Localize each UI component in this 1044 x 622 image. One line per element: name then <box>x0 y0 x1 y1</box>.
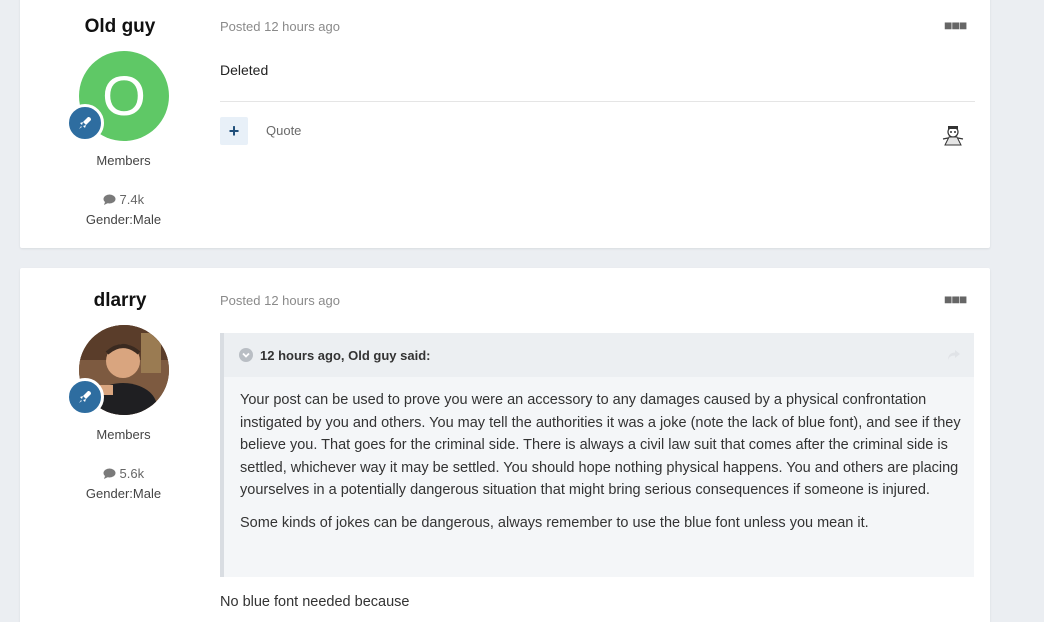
posted-time[interactable]: 12 hours ago <box>264 293 340 308</box>
more-options-button[interactable]: ■■■ <box>944 291 967 307</box>
member-group: Members <box>96 427 151 442</box>
rank-badge <box>66 378 104 416</box>
quote-block: 12 hours ago, Old guy said: Your post ca… <box>220 333 974 577</box>
post-count[interactable]: 7.4k <box>20 192 227 207</box>
quote-paragraph: Your post can be used to prove you were … <box>240 392 961 498</box>
quote-body: Your post can be used to prove you were … <box>240 389 966 544</box>
author-name[interactable]: Old guy <box>20 16 220 38</box>
multiquote-button[interactable]: + <box>220 117 248 145</box>
posted-time[interactable]: 12 hours ago <box>264 19 340 34</box>
quote-button[interactable]: Quote <box>266 123 301 138</box>
author-name[interactable]: dlarry <box>20 290 220 312</box>
post-content: Deleted <box>220 62 269 78</box>
post-card: dlarry Members 5.6k Gender:Male Posted 1… <box>20 268 990 622</box>
rocket-icon <box>79 117 91 129</box>
gender-field: Gender:Male <box>85 212 162 227</box>
collapse-quote-button[interactable] <box>239 348 253 362</box>
post-card: Old guy O Members 7.4k Gender:Male Poste… <box>20 0 990 248</box>
posted-date: Posted 12 hours ago <box>220 19 340 34</box>
quote-citation[interactable]: 12 hours ago, Old guy said: <box>260 348 430 363</box>
comment-icon <box>103 468 116 479</box>
more-options-button[interactable]: ■■■ <box>944 17 967 33</box>
member-group: Members <box>96 153 151 168</box>
post-count-value: 5.6k <box>119 466 145 481</box>
view-quoted-post-button[interactable] <box>946 348 962 362</box>
reaction-icon <box>942 126 964 146</box>
posted-date: Posted 12 hours ago <box>220 293 340 308</box>
post-count[interactable]: 5.6k <box>20 466 227 481</box>
comment-icon <box>103 194 116 205</box>
rocket-icon <box>79 391 91 403</box>
post-content: No blue font needed because <box>220 594 410 610</box>
reaction-button[interactable] <box>940 123 966 147</box>
quote-header: 12 hours ago, Old guy said: <box>224 333 974 377</box>
gender-field: Gender:Male <box>85 486 162 501</box>
posted-prefix: Posted <box>220 293 261 308</box>
posted-prefix: Posted <box>220 19 261 34</box>
quote-paragraph: Some kinds of jokes can be dangerous, al… <box>240 514 869 531</box>
chevron-down-icon <box>242 352 250 358</box>
post-count-value: 7.4k <box>119 192 145 207</box>
divider <box>220 101 975 102</box>
ellipsis-icon: ■■■ <box>944 291 967 307</box>
share-icon <box>948 350 960 360</box>
ellipsis-icon: ■■■ <box>944 17 967 33</box>
rank-badge <box>66 104 104 142</box>
